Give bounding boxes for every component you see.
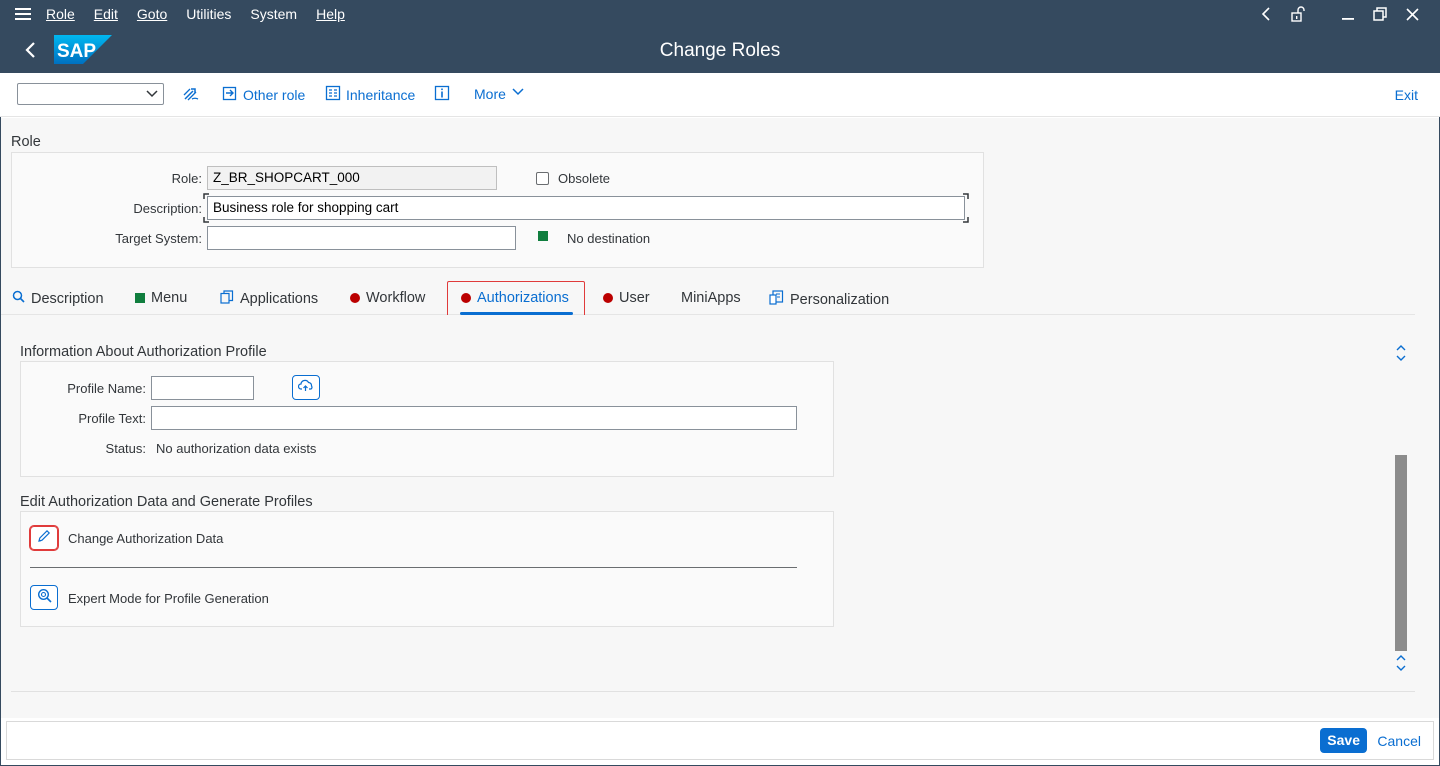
exit-button[interactable]: Exit (1395, 87, 1418, 103)
edit-auth-group (20, 511, 834, 627)
menu-bar: Role Edit Goto Utilities System Help (0, 0, 1440, 28)
search-icon (12, 290, 25, 307)
focus-corners (203, 193, 969, 223)
page-title: Change Roles (659, 40, 781, 61)
section-divider (30, 567, 797, 568)
menu-help[interactable]: Help (316, 6, 345, 22)
tab-applications-label: Applications (240, 291, 319, 307)
tab-authorizations[interactable]: Authorizations (461, 290, 569, 306)
collapse-left-icon[interactable] (1250, 0, 1282, 28)
role-label: Role: (171, 171, 202, 186)
other-role-button[interactable]: Other role (222, 85, 305, 104)
unlock-icon[interactable] (1282, 0, 1314, 28)
cloud-upload-icon (297, 378, 314, 397)
copy-icon (220, 290, 234, 308)
menu-utilities[interactable]: Utilities (186, 6, 231, 22)
destination-text: No destination (567, 231, 651, 246)
profile-text-field[interactable] (151, 406, 797, 430)
target-system-label: Target System: (115, 231, 202, 246)
command-field-select[interactable] (17, 83, 164, 105)
expert-mode-link[interactable]: Expert Mode for Profile Generation (68, 591, 269, 606)
inheritance-label: Inheritance (346, 86, 416, 103)
status-red-indicator (461, 293, 471, 303)
status-label: Status: (105, 441, 146, 456)
generate-profile-name-button[interactable] (292, 375, 320, 400)
tab-personalization-label: Personalization (790, 291, 890, 308)
destination-status-indicator (538, 231, 548, 241)
footer-bar: Save Cancel (6, 721, 1434, 760)
target-system-field[interactable] (207, 226, 516, 250)
inheritance-button[interactable]: Inheritance (325, 85, 415, 104)
tab-menu[interactable]: Menu (135, 290, 187, 306)
expert-mode-button[interactable] (30, 585, 58, 610)
menu-goto[interactable]: Goto (137, 6, 167, 22)
change-authorization-data-button[interactable] (29, 525, 59, 551)
profile-text-label: Profile Text: (78, 411, 146, 426)
change-authorization-data-link[interactable]: Change Authorization Data (68, 531, 223, 546)
minimize-icon[interactable] (1332, 0, 1364, 28)
profile-name-label: Profile Name: (67, 381, 146, 396)
cancel-button[interactable]: Cancel (1377, 733, 1421, 749)
tab-authorizations-label: Authorizations (477, 290, 569, 306)
inheritance-icon (325, 85, 341, 104)
other-role-icon (222, 85, 238, 104)
tab-miniapps[interactable]: MiniApps (681, 290, 741, 306)
info-icon (434, 85, 450, 104)
chevron-down-icon (145, 87, 159, 104)
pencil-icon (37, 529, 51, 548)
transport-icon (182, 86, 200, 105)
personalization-icon (769, 290, 784, 309)
hamburger-menu-icon[interactable] (15, 8, 31, 20)
tab-description[interactable]: Description (12, 290, 104, 307)
menu-role[interactable]: Role (46, 6, 75, 22)
auth-profile-section-title: Information About Authorization Profile (20, 344, 267, 360)
tab-menu-label: Menu (151, 290, 188, 306)
title-bar: SAP Change Roles (0, 28, 1440, 73)
role-field[interactable]: Z_BR_SHOPCART_000 (207, 166, 497, 190)
chevron-down-icon (511, 85, 525, 102)
transport-button[interactable] (182, 86, 200, 105)
status-red-indicator (603, 293, 613, 303)
tab-bar: Description Menu Applications Workflow A… (1, 283, 1415, 315)
scroll-up-icon[interactable] (1393, 343, 1409, 363)
tab-applications[interactable]: Applications (220, 290, 318, 308)
obsolete-label: Obsolete (558, 171, 611, 186)
tab-description-label: Description (31, 290, 104, 307)
restore-icon[interactable] (1364, 0, 1396, 28)
scroll-down-icon[interactable] (1393, 653, 1409, 673)
tab-miniapps-label: MiniApps (681, 290, 741, 306)
status-value: No authorization data exists (156, 441, 317, 456)
status-red-indicator (350, 293, 360, 303)
more-button[interactable]: More (474, 85, 525, 102)
vertical-scrollbar-thumb[interactable] (1395, 455, 1407, 651)
tab-workflow[interactable]: Workflow (350, 290, 425, 306)
save-button[interactable]: Save (1320, 728, 1367, 753)
more-label: More (474, 85, 506, 102)
toolbar: Other role Inheritance More Exit (0, 73, 1440, 117)
other-role-label: Other role (243, 86, 306, 103)
zoom-search-icon (37, 588, 52, 608)
profile-name-field[interactable] (151, 376, 254, 400)
close-icon[interactable] (1396, 0, 1428, 28)
obsolete-checkbox[interactable] (536, 172, 549, 185)
status-green-indicator (135, 293, 145, 303)
info-button[interactable] (434, 85, 450, 104)
menu-system[interactable]: System (250, 6, 297, 22)
tab-workflow-label: Workflow (366, 290, 426, 306)
tab-personalization[interactable]: Personalization (769, 290, 889, 309)
description-label: Description: (133, 201, 202, 216)
tab-user[interactable]: User (603, 290, 650, 306)
edit-auth-section-title: Edit Authorization Data and Generate Pro… (20, 494, 313, 510)
menu-edit[interactable]: Edit (94, 6, 118, 22)
tab-user-label: User (619, 290, 650, 306)
role-section-title: Role (11, 134, 41, 150)
